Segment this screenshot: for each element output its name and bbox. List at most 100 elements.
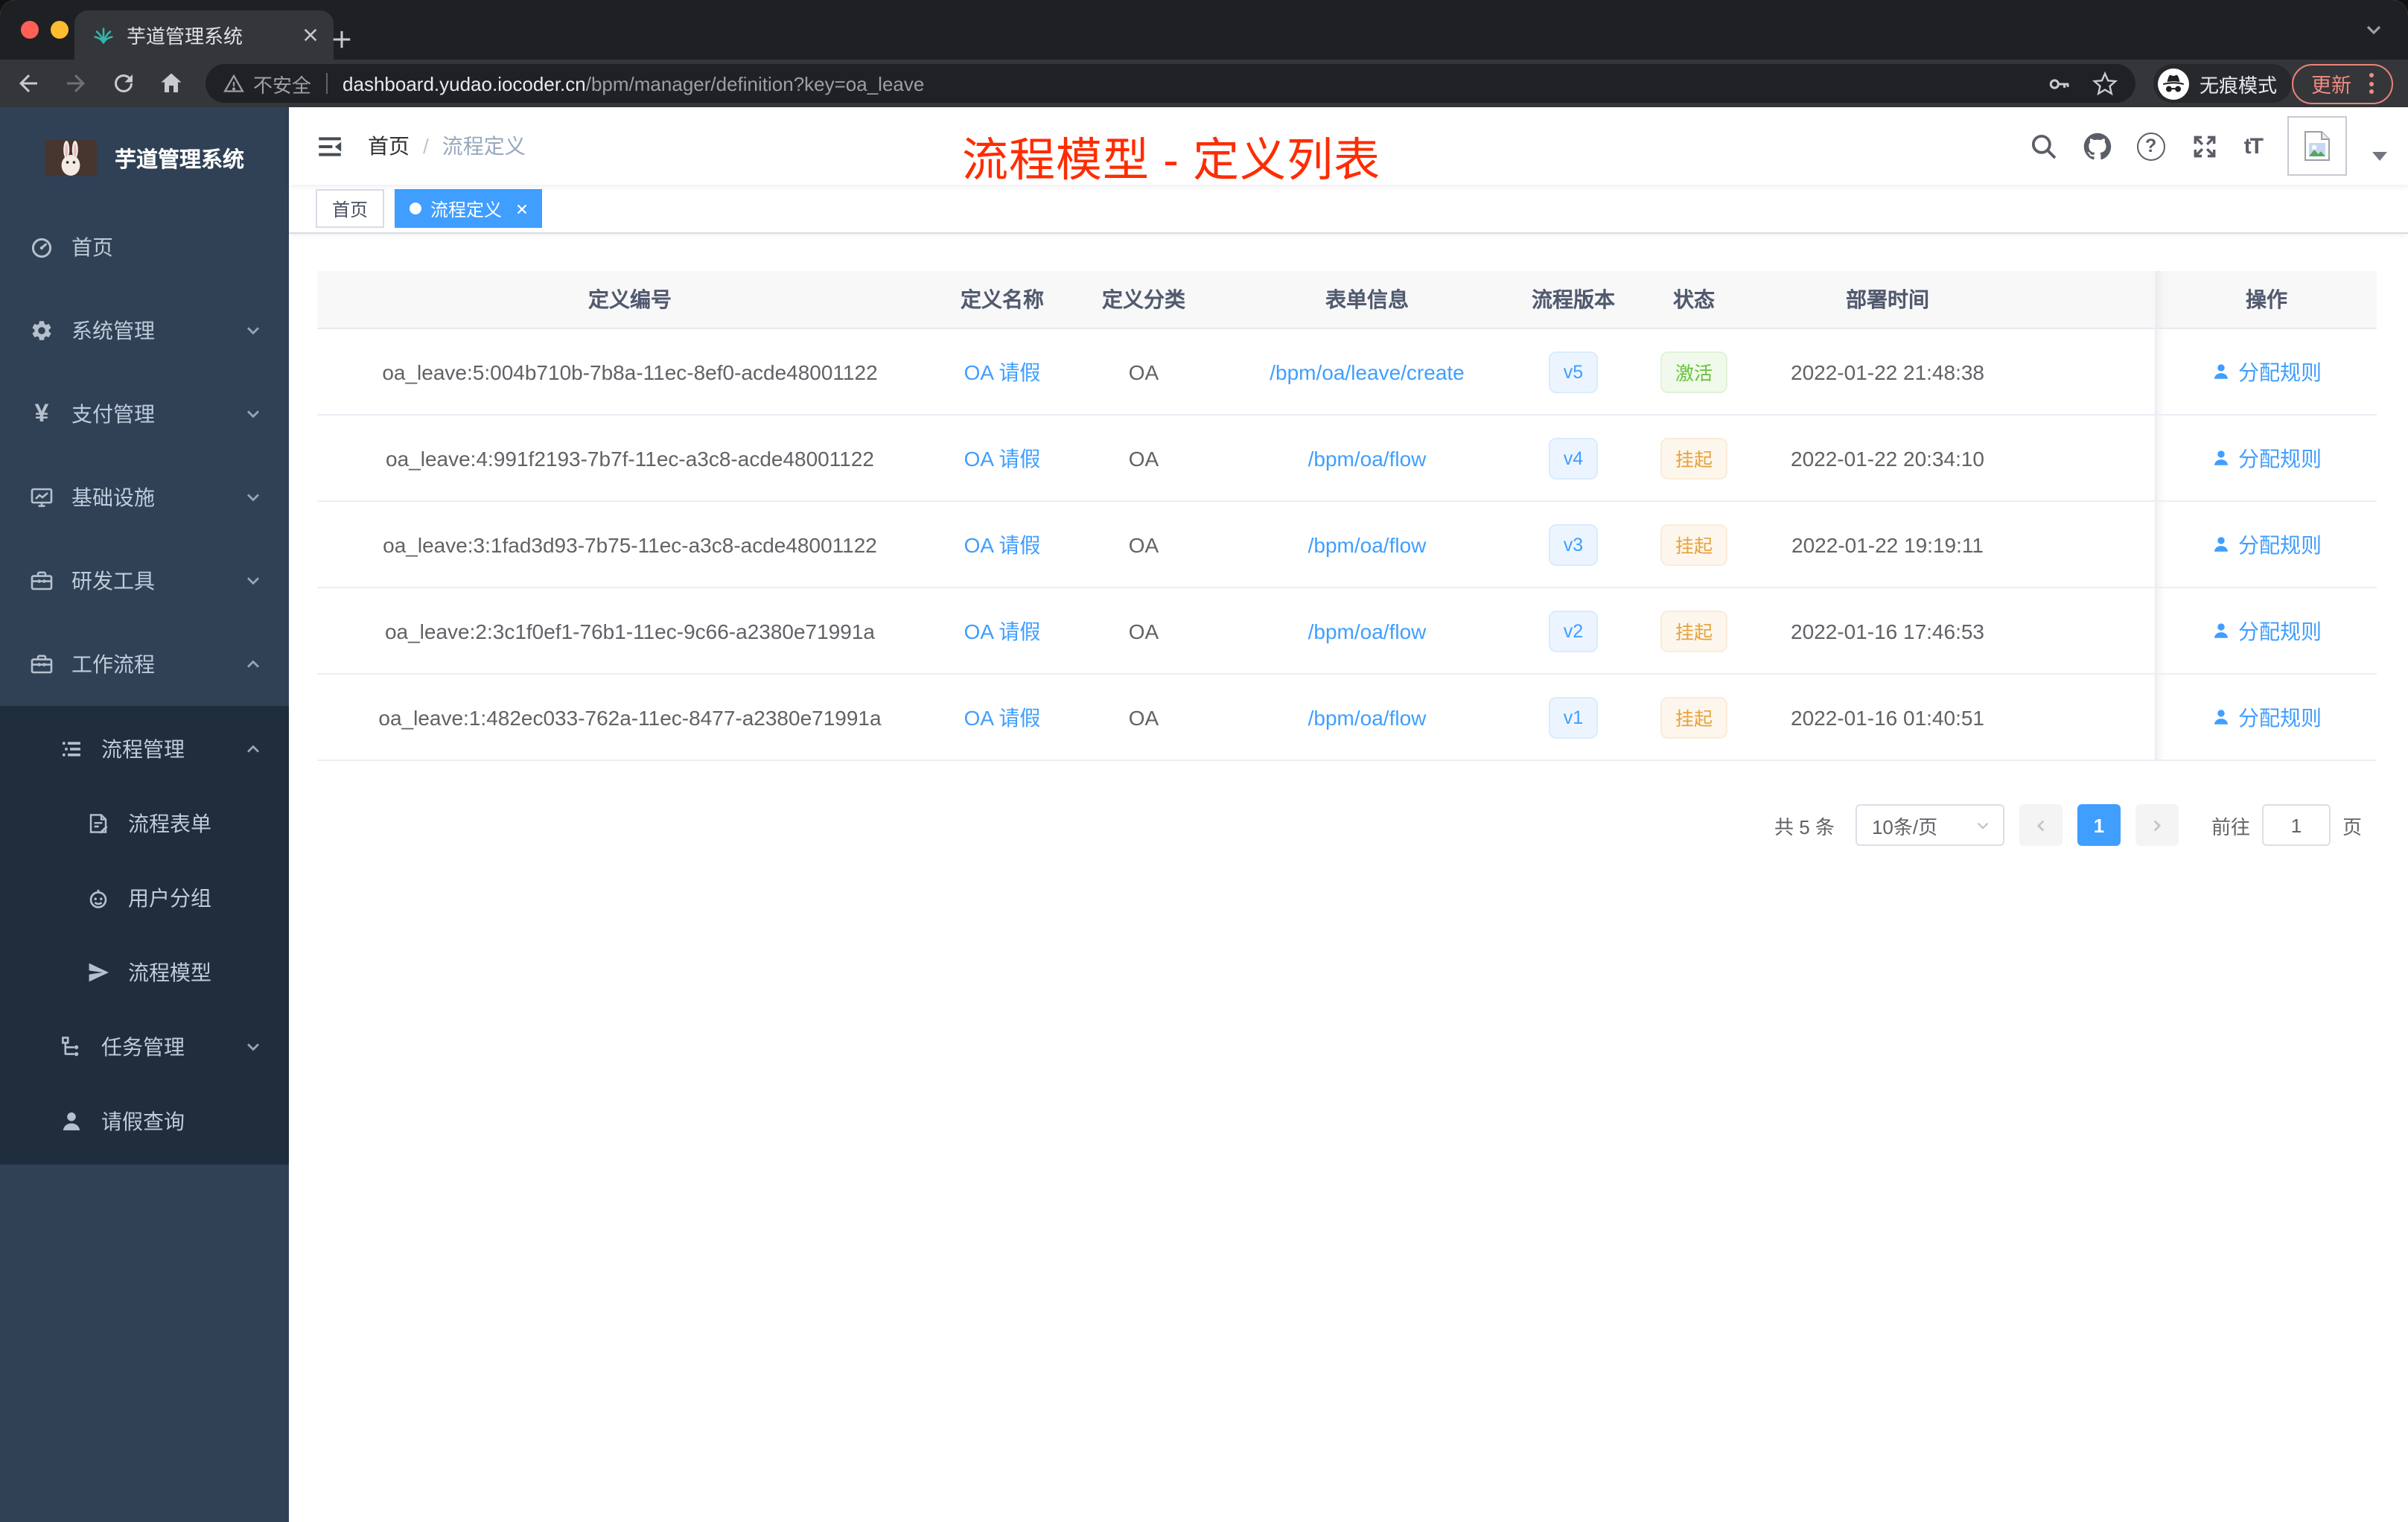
definition-category: OA bbox=[1128, 619, 1159, 643]
definition-name-link[interactable]: OA 请假 bbox=[964, 357, 1041, 386]
definition-name-link[interactable]: OA 请假 bbox=[964, 529, 1041, 559]
sidebar-item-workflow[interactable]: 工作流程 bbox=[0, 623, 289, 706]
search-icon[interactable] bbox=[2030, 132, 2058, 160]
forward-icon[interactable] bbox=[63, 70, 89, 97]
briefcase-icon bbox=[30, 652, 54, 676]
page-content: 定义编号 定义名称 定义分类 表单信息 流程版本 状态 部署时间 操作 oa_l… bbox=[289, 234, 2408, 1522]
page-number-button[interactable]: 1 bbox=[2077, 804, 2121, 846]
goto-page-input[interactable]: 1 bbox=[2261, 804, 2331, 846]
app-logo-image bbox=[45, 140, 97, 176]
incognito-badge: 无痕模式 bbox=[2153, 64, 2293, 103]
sidebar-item-label: 支付管理 bbox=[71, 402, 155, 426]
sidebar-item-system[interactable]: 系统管理 bbox=[0, 289, 289, 372]
address-bar[interactable]: 不安全 dashboard.yudao.iocoder.cn/bpm/manag… bbox=[206, 64, 2135, 103]
close-window-button[interactable] bbox=[21, 21, 39, 39]
table-row: oa_leave:1:482ec033-762a-11ec-8477-a2380… bbox=[317, 675, 2377, 761]
home-icon[interactable] bbox=[158, 70, 185, 97]
col-status: 状态 bbox=[1673, 287, 1715, 311]
tag-home[interactable]: 首页 bbox=[316, 189, 385, 228]
form-link[interactable]: /bpm/oa/leave/create bbox=[1270, 360, 1465, 383]
assign-rule-link[interactable]: 分配规则 bbox=[2211, 357, 2322, 386]
browser-window: 芋道管理系统 不安全 dashboard.yudao.iocoder.cn/bp… bbox=[0, 0, 2408, 1522]
chevron-down-icon bbox=[244, 1038, 262, 1056]
deploy-time: 2022-01-22 21:48:38 bbox=[1791, 360, 1984, 383]
browser-menu-icon[interactable] bbox=[2369, 73, 2377, 94]
toolbox-icon bbox=[30, 569, 54, 593]
sidebar-item-dev-tools[interactable]: 研发工具 bbox=[0, 539, 289, 623]
version-badge: v4 bbox=[1548, 437, 1599, 479]
sidebar-item-process-form[interactable]: 流程表单 bbox=[0, 786, 289, 861]
assign-rule-link[interactable]: 分配规则 bbox=[2211, 529, 2322, 559]
version-badge: v5 bbox=[1548, 351, 1599, 392]
assign-rule-link[interactable]: 分配规则 bbox=[2211, 702, 2322, 732]
form-link[interactable]: /bpm/oa/flow bbox=[1308, 446, 1427, 470]
breadcrumb-home[interactable]: 首页 bbox=[368, 131, 410, 161]
sidebar-item-process-management[interactable]: 流程管理 bbox=[0, 712, 289, 786]
chevron-down-icon bbox=[244, 322, 262, 340]
update-button[interactable]: 更新 bbox=[2292, 63, 2394, 104]
user-icon bbox=[60, 1109, 83, 1133]
table-row: oa_leave:4:991f2193-7b7f-11ec-a3c8-acde4… bbox=[317, 415, 2377, 502]
security-label[interactable]: 不安全 bbox=[253, 69, 311, 98]
help-icon[interactable]: ? bbox=[2136, 132, 2165, 160]
fullscreen-icon[interactable] bbox=[2191, 132, 2219, 160]
sidebar-item-user-group[interactable]: 用户分组 bbox=[0, 861, 289, 935]
definition-name-link[interactable]: OA 请假 bbox=[964, 702, 1041, 732]
sidebar-item-process-model[interactable]: 流程模型 bbox=[0, 935, 289, 1010]
page-size-select[interactable]: 10条/页 bbox=[1855, 804, 2004, 846]
status-badge: 挂起 bbox=[1660, 610, 1727, 652]
col-definition-name: 定义名称 bbox=[961, 287, 1044, 311]
next-page-button[interactable] bbox=[2135, 804, 2179, 846]
github-icon[interactable] bbox=[2083, 132, 2112, 160]
page-annotation: 流程模型 - 定义列表 bbox=[962, 134, 1381, 186]
definition-name-link[interactable]: OA 请假 bbox=[964, 616, 1041, 646]
new-tab-button[interactable] bbox=[331, 28, 353, 51]
minimize-window-button[interactable] bbox=[51, 21, 69, 39]
form-link[interactable]: /bpm/oa/flow bbox=[1308, 532, 1427, 556]
sidebar-item-payment[interactable]: ¥ 支付管理 bbox=[0, 372, 289, 456]
tree-icon bbox=[60, 1035, 83, 1059]
password-key-icon[interactable] bbox=[2046, 71, 2071, 96]
definition-category: OA bbox=[1128, 705, 1159, 729]
workflow-submenu: 流程管理 流程表单 用户分组 流程模型 任务管理 请假查询 bbox=[0, 706, 289, 1165]
version-badge: v2 bbox=[1548, 610, 1599, 652]
sidebar-item-infrastructure[interactable]: 基础设施 bbox=[0, 456, 289, 539]
deploy-time: 2022-01-16 17:46:53 bbox=[1791, 619, 1984, 643]
sidebar-item-home[interactable]: 首页 bbox=[0, 206, 289, 289]
sidebar-collapse-icon[interactable] bbox=[316, 132, 344, 160]
tab-search-icon[interactable] bbox=[2363, 19, 2384, 40]
browser-tab[interactable]: 芋道管理系统 bbox=[74, 10, 334, 60]
goto-label: 前往 bbox=[2211, 815, 2250, 838]
deploy-time: 2022-01-22 20:34:10 bbox=[1791, 446, 1984, 470]
prev-page-button[interactable] bbox=[2019, 804, 2063, 846]
reload-icon[interactable] bbox=[110, 70, 137, 97]
chevron-down-icon bbox=[244, 405, 262, 423]
dashboard-icon bbox=[30, 235, 54, 259]
sidebar-item-task-management[interactable]: 任务管理 bbox=[0, 1010, 289, 1084]
sidebar-item-label: 基础设施 bbox=[71, 485, 155, 509]
tab-close-icon[interactable] bbox=[299, 24, 322, 46]
browser-toolbar: 不安全 dashboard.yudao.iocoder.cn/bpm/manag… bbox=[0, 60, 2408, 107]
sidebar-item-label: 用户分组 bbox=[128, 886, 211, 910]
font-size-icon[interactable]: tT bbox=[2244, 133, 2264, 159]
definition-id: oa_leave:4:991f2193-7b7f-11ec-a3c8-acde4… bbox=[386, 446, 874, 470]
avatar-caret-icon[interactable] bbox=[2372, 152, 2387, 161]
form-link[interactable]: /bpm/oa/flow bbox=[1308, 619, 1427, 643]
bookmark-star-icon[interactable] bbox=[2092, 71, 2118, 96]
tag-close-icon[interactable] bbox=[514, 200, 530, 217]
tag-process-definition[interactable]: 流程定义 bbox=[395, 189, 543, 228]
deploy-time: 2022-01-22 19:19:11 bbox=[1791, 532, 1984, 556]
user-icon bbox=[2214, 450, 2229, 465]
back-icon[interactable] bbox=[15, 70, 42, 97]
col-definition-id: 定义编号 bbox=[588, 287, 672, 311]
definition-category: OA bbox=[1128, 360, 1159, 383]
avatar[interactable] bbox=[2287, 116, 2347, 176]
definition-name-link[interactable]: OA 请假 bbox=[964, 443, 1041, 473]
status-badge: 挂起 bbox=[1660, 523, 1727, 565]
form-link[interactable]: /bpm/oa/flow bbox=[1308, 705, 1427, 729]
sidebar-menu: 首页 系统管理 ¥ 支付管理 基础设施 研发工具 工作流程 流程管理 流程表单 … bbox=[0, 194, 289, 1165]
assign-rule-link[interactable]: 分配规则 bbox=[2211, 443, 2322, 473]
assign-rule-link[interactable]: 分配规则 bbox=[2211, 616, 2322, 646]
sidebar-item-leave-query[interactable]: 请假查询 bbox=[0, 1084, 289, 1159]
update-label: 更新 bbox=[2311, 74, 2352, 97]
